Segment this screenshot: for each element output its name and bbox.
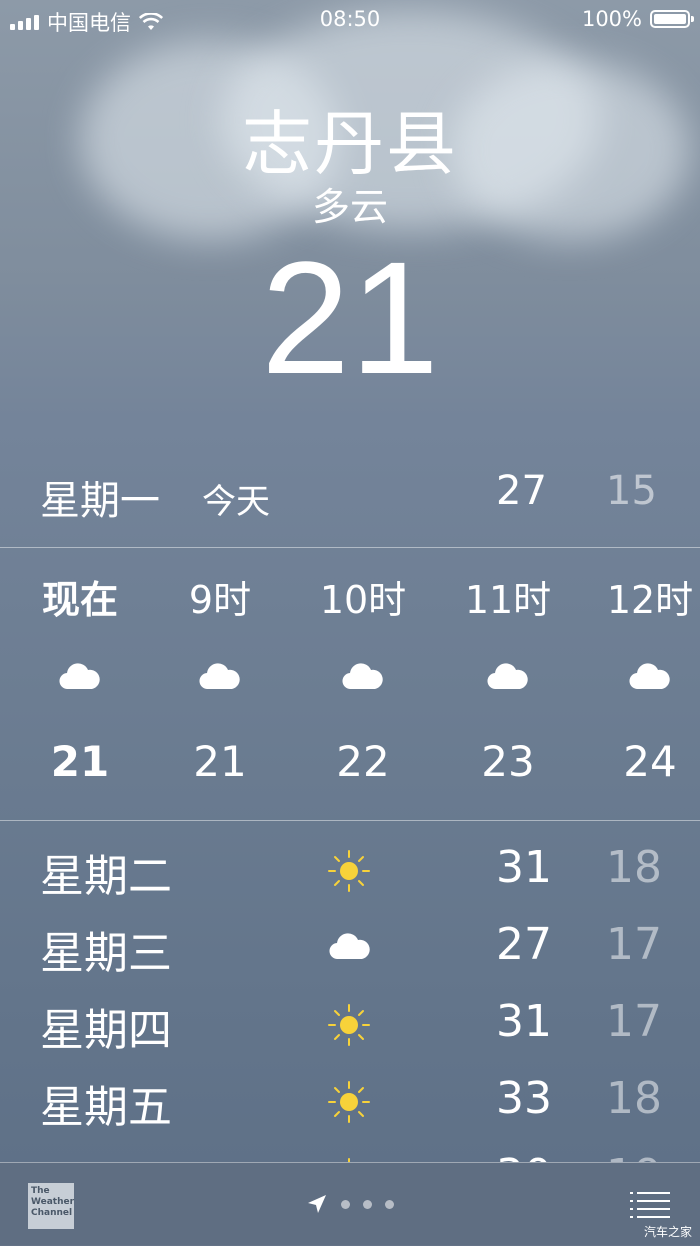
- daily-day: 星期二: [40, 851, 172, 902]
- daily-high: 27: [496, 919, 552, 970]
- daily-row: 星期三 27 17: [0, 907, 700, 984]
- status-bar: 中国电信 08:50 100%: [0, 0, 700, 40]
- hour-temp: 21: [193, 737, 247, 786]
- page-dot: [385, 1199, 394, 1209]
- hour-9: 9时 21: [150, 549, 290, 819]
- divider-bottom: [0, 820, 700, 821]
- sun-icon: [328, 850, 370, 892]
- page-dot: [363, 1199, 372, 1209]
- battery-percent: 100%: [581, 7, 642, 31]
- hour-label: 11时: [464, 578, 552, 622]
- cloud-icon: [487, 663, 528, 690]
- location-arrow-icon: [308, 1195, 326, 1213]
- hour-12: 12时 24: [580, 549, 700, 819]
- today-high: 27: [496, 468, 547, 514]
- daily-high: 33: [496, 1073, 552, 1124]
- hour-11: 11时 23: [438, 549, 578, 819]
- hour-label: 现在: [41, 578, 118, 622]
- daily-row: 星期四 31 17: [0, 984, 700, 1061]
- hour-temp: 23: [481, 737, 535, 786]
- daily-high: 30: [496, 1150, 552, 1162]
- hourly-forecast[interactable]: 现在 21 9时 21 10时 22 11时 23 12时 24: [0, 549, 700, 819]
- current-condition: 多云: [311, 185, 388, 229]
- daily-row: 星期六 30 19: [0, 1138, 700, 1162]
- list-icon[interactable]: [630, 1189, 670, 1219]
- hour-temp: 21: [50, 737, 110, 786]
- daily-low: 17: [606, 919, 662, 970]
- cloud-icon: [59, 663, 100, 690]
- daily-high: 31: [496, 842, 552, 893]
- hour-temp: 22: [336, 737, 390, 786]
- hour-label: 10时: [319, 578, 407, 622]
- daily-low: 18: [606, 1073, 662, 1124]
- sun-icon: [328, 1081, 370, 1123]
- daily-high: 31: [496, 996, 552, 1047]
- hour-now: 现在 21: [10, 549, 150, 819]
- current-temperature: 21: [261, 228, 439, 407]
- hour-label: 12时: [606, 578, 694, 622]
- watermark-text: 汽车之家: [643, 1225, 692, 1239]
- page-dot: [341, 1199, 350, 1209]
- divider-top: [0, 547, 700, 548]
- daily-low: 17: [606, 996, 662, 1047]
- cloud-icon: [329, 933, 370, 960]
- hour-10: 10时 22: [293, 549, 433, 819]
- today-low: 15: [606, 468, 657, 514]
- hour-temp: 24: [623, 737, 677, 786]
- daily-day: 星期三: [40, 928, 172, 979]
- daily-row: 星期二 31 18: [0, 830, 700, 907]
- battery-info: 100%: [581, 7, 694, 31]
- daily-low: 19: [606, 1150, 662, 1162]
- page-indicator[interactable]: [0, 1193, 700, 1215]
- today-summary: 星期一 今天 27 15: [0, 462, 700, 524]
- bottom-toolbar: The Weather Channel 汽车之家: [0, 1162, 700, 1246]
- today-day: 星期一: [40, 478, 160, 524]
- daily-day: 星期五: [40, 1082, 172, 1133]
- daily-low: 18: [606, 842, 662, 893]
- daily-day: 星期六: [40, 1148, 172, 1162]
- city-name: 志丹县: [242, 103, 458, 185]
- daily-day: 星期四: [40, 1005, 172, 1056]
- daily-row: 星期五 33 18: [0, 1061, 700, 1138]
- cloud-icon: [342, 663, 383, 690]
- today-tag: 今天: [202, 482, 270, 522]
- battery-icon: [650, 10, 694, 28]
- daily-forecast[interactable]: 星期二 31 18 星期三 27 17 星期四 31 17 星期五 33 18 …: [0, 830, 700, 1162]
- cloud-icon: [629, 663, 670, 690]
- sun-icon: [328, 1004, 370, 1046]
- cloud-icon: [199, 663, 240, 690]
- hour-label: 9时: [188, 578, 252, 622]
